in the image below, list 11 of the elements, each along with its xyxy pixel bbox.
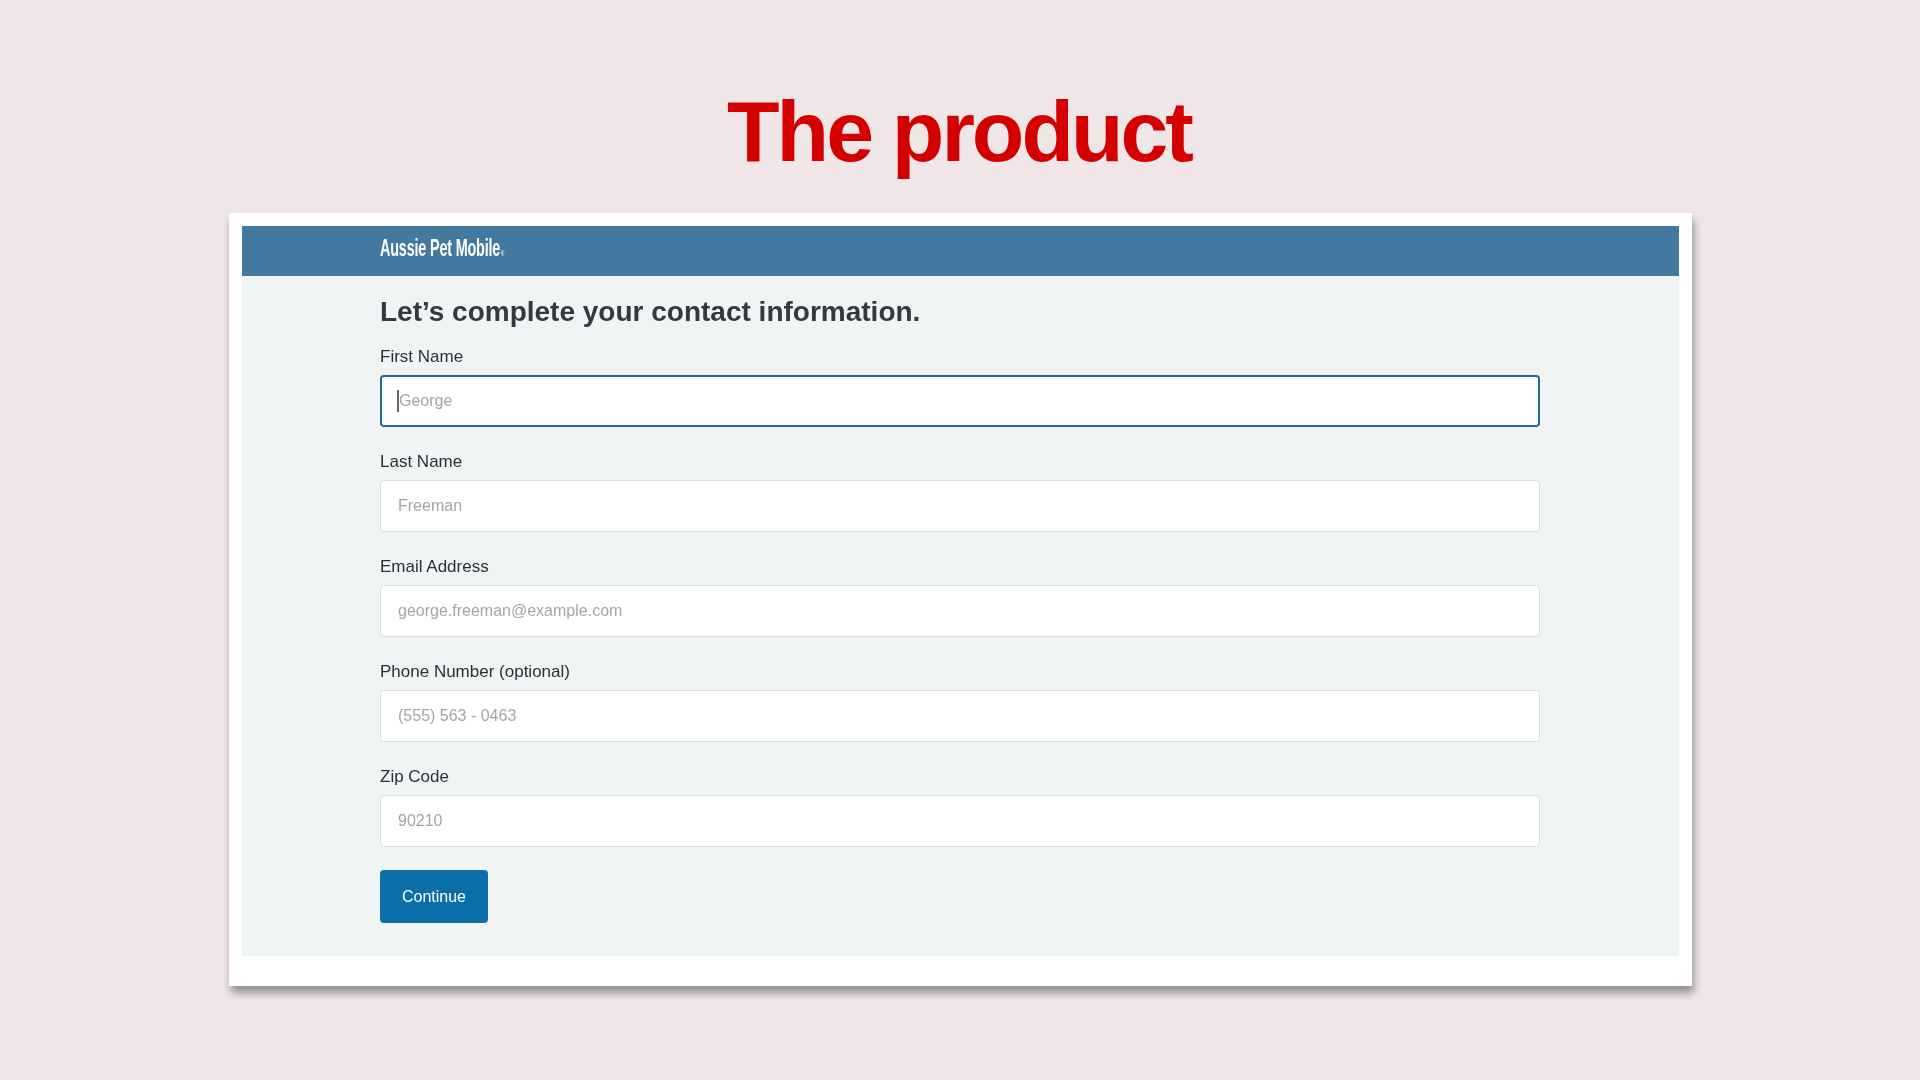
slide-title: The product bbox=[726, 82, 1193, 181]
form-heading: Let’s complete your contact information. bbox=[380, 295, 922, 329]
field-label: Last Name bbox=[380, 451, 464, 473]
field-label: Zip Code bbox=[380, 766, 450, 788]
input-field[interactable]: George bbox=[380, 375, 1540, 427]
logo: Aussie Pet Mobile® bbox=[380, 235, 505, 263]
continue-button[interactable]: Continue bbox=[380, 870, 488, 923]
field-label: First Name bbox=[380, 346, 465, 368]
text-cursor-icon bbox=[397, 390, 399, 412]
field-label: Phone Number (optional) bbox=[380, 661, 571, 683]
field-label: Email Address bbox=[380, 556, 490, 578]
